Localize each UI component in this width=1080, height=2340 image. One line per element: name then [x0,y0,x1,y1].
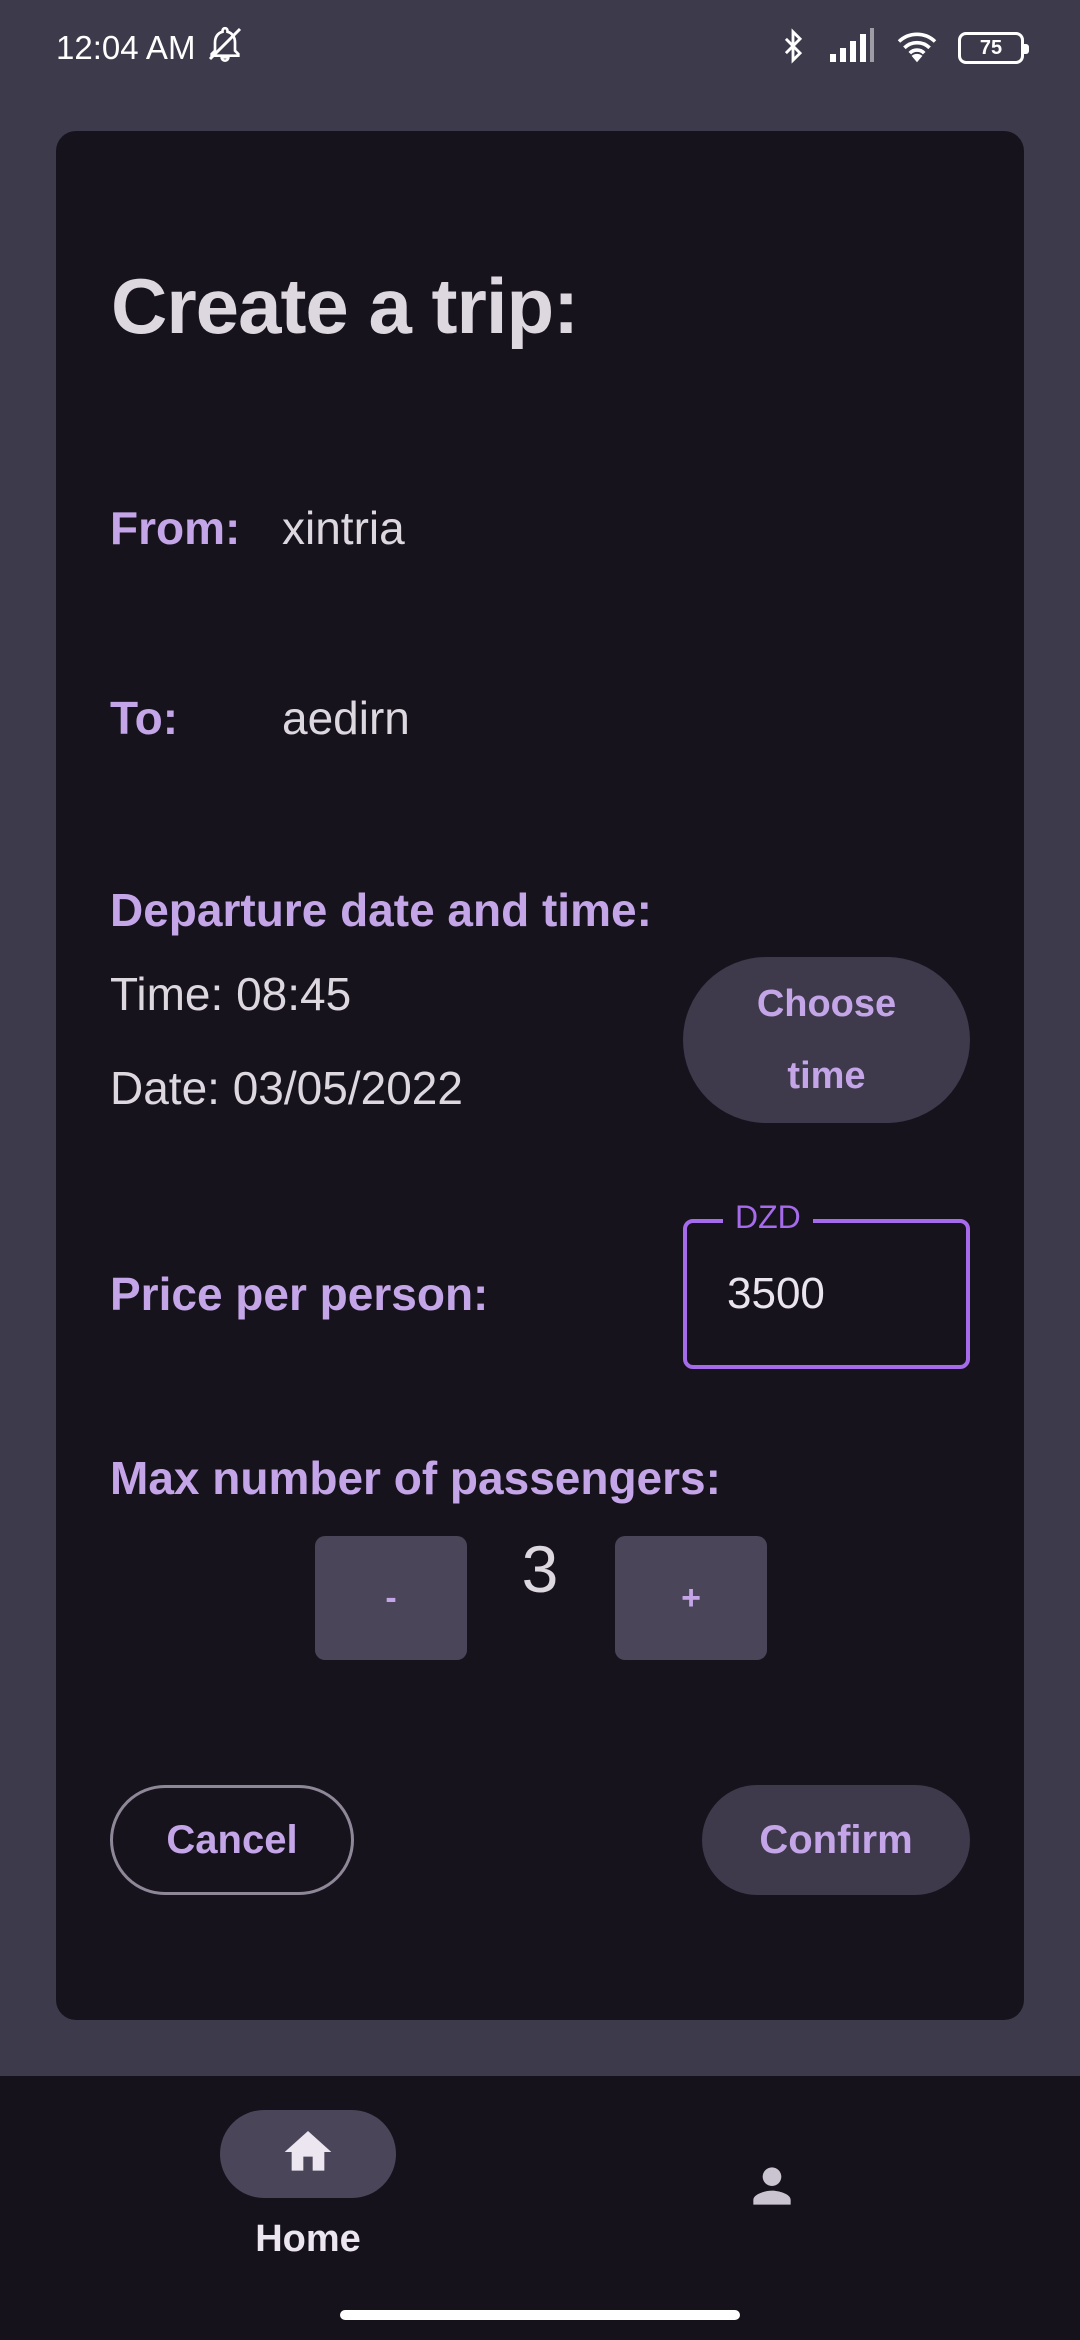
time-text: Time: 08:45 [110,968,352,1020]
home-icon [280,2124,336,2185]
passenger-count: 3 [521,1532,559,1606]
price-input[interactable]: DZD 3500 [683,1199,970,1369]
to-value[interactable]: aedirn [282,691,410,745]
wifi-icon [894,28,940,69]
price-currency-label: DZD [723,1199,813,1236]
decrement-button[interactable]: - [315,1536,467,1660]
bluetooth-icon [776,26,810,71]
departure-label: Departure date and time: [110,884,652,936]
nav-home-pill[interactable] [220,2110,396,2198]
battery-icon: 75 [958,32,1029,64]
status-time: 12:04 AM [56,29,196,66]
choose-time-button[interactable]: Choose time [683,957,970,1123]
from-value[interactable]: xintria [282,501,405,555]
home-indicator [340,2310,740,2320]
confirm-button[interactable]: Confirm [702,1785,970,1895]
choose-time-label: Choose time [756,983,897,1097]
alarm-off-icon [205,24,245,72]
create-trip-card: Create a trip: From: xintria To: aedirn … [56,131,1024,2020]
bottom-nav: Home [0,2076,1080,2340]
cancel-label: Cancel [166,1817,298,1862]
nav-home-label: Home [255,2218,361,2260]
page-title: Create a trip: [111,262,579,350]
status-bar: 12:04 AM 75 [0,0,1080,96]
status-right: 75 [776,26,1029,71]
from-label: From: [110,502,241,554]
nav-item-profile[interactable] [730,2146,814,2230]
nav-item-home[interactable]: Home [220,2110,396,2272]
status-left: 12:04 AM [56,24,245,72]
decrement-label: - [385,1578,397,1617]
person-icon [744,2158,800,2219]
increment-label: + [681,1578,701,1617]
price-label: Price per person: [110,1268,489,1320]
price-value: 3500 [727,1269,825,1318]
increment-button[interactable]: + [615,1536,767,1660]
battery-level: 75 [979,36,1003,59]
confirm-label: Confirm [759,1817,913,1862]
passengers-label: Max number of passengers: [110,1452,721,1504]
signal-icon [828,27,876,69]
date-text: Date: 03/05/2022 [110,1062,463,1114]
to-label: To: [110,692,179,744]
cancel-button[interactable]: Cancel [110,1785,354,1895]
